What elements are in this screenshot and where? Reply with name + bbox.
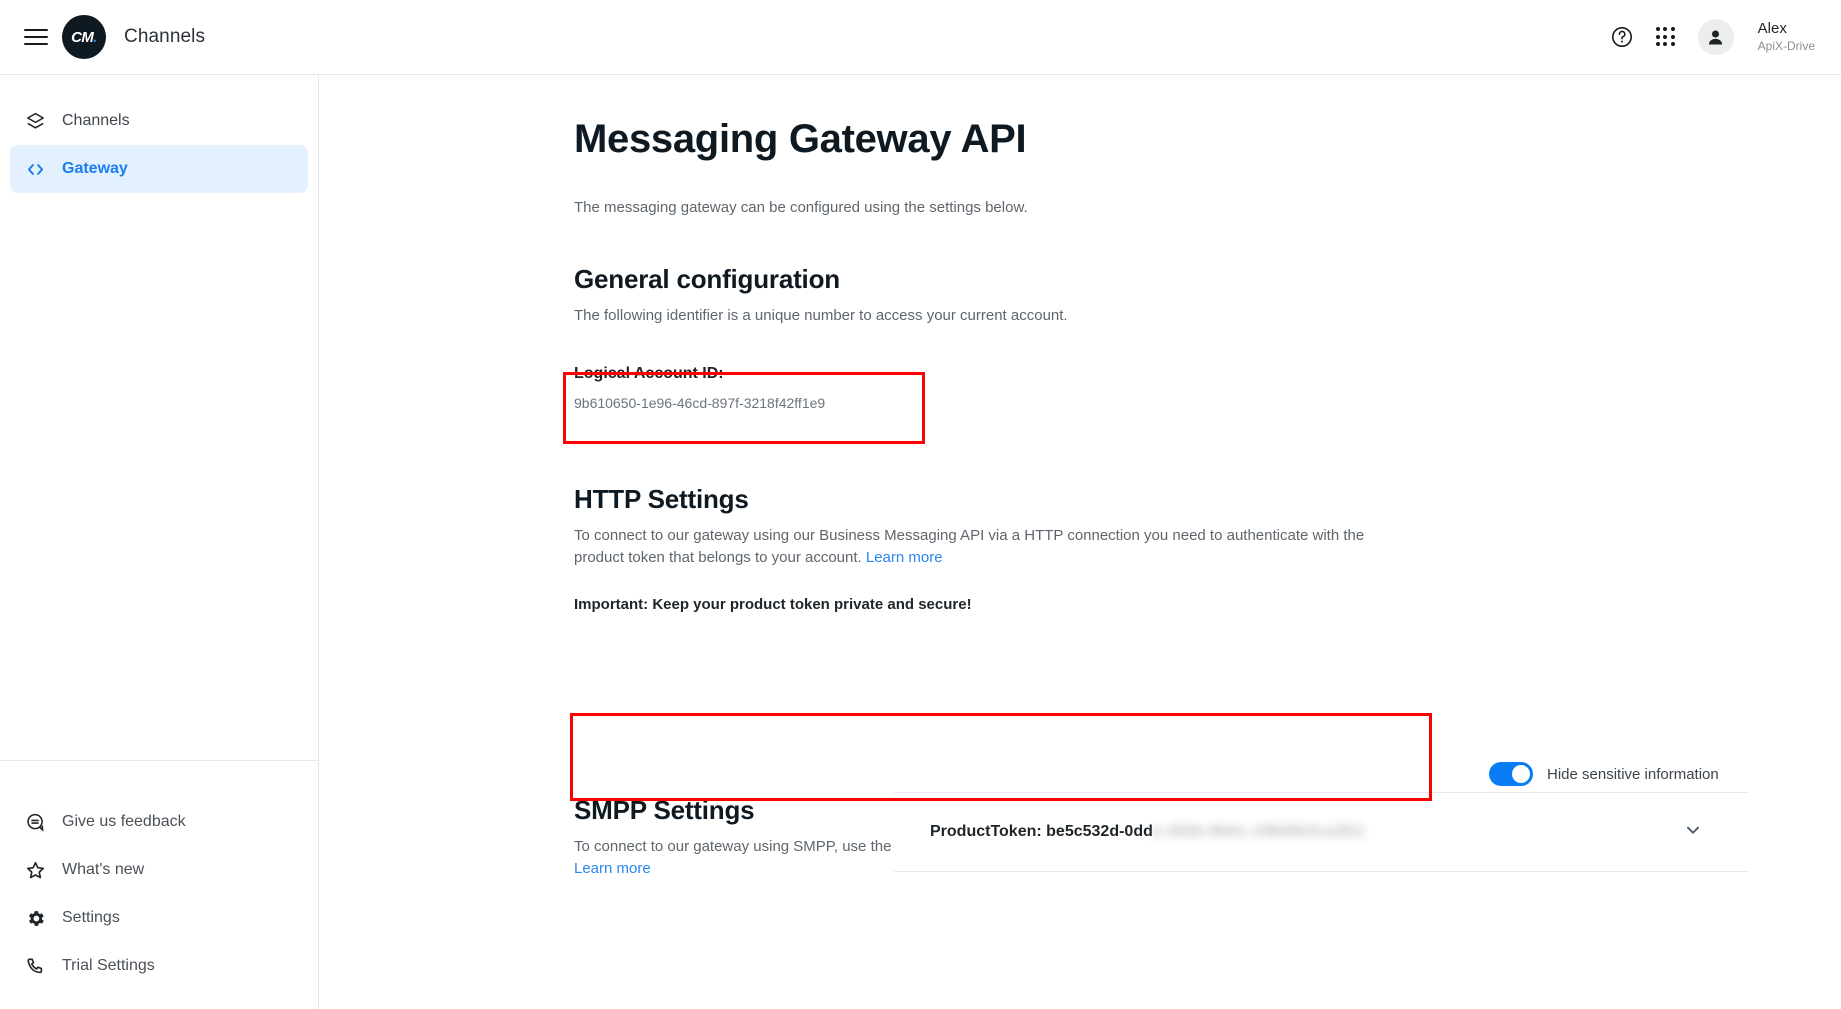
hide-sensitive-information-row: Hide sensitive information xyxy=(1489,762,1719,786)
product-token-visible: ProductToken: be5c532d-0dd xyxy=(930,823,1153,840)
cm-logo[interactable]: CM. xyxy=(62,15,106,59)
help-icon[interactable] xyxy=(1610,25,1634,49)
brand-title: Channels xyxy=(124,26,206,47)
menu-hamburger-icon[interactable] xyxy=(24,24,50,50)
sidebar-item-settings[interactable]: Settings xyxy=(10,894,308,942)
sidebar-divider xyxy=(0,760,318,761)
product-token-row[interactable]: ProductToken: be5c532d-0dd e-4f2b-9b0c-1f… xyxy=(894,792,1748,872)
content-column: Messaging Gateway API The messaging gate… xyxy=(320,75,1841,880)
sidebar-item-trial-settings[interactable]: Trial Settings xyxy=(10,942,308,990)
gear-icon xyxy=(24,907,46,929)
app-header: CM. Channels Alex ApiX-Drive xyxy=(0,0,1841,75)
sidebar-item-give-us-feedback[interactable]: Give us feedback xyxy=(10,798,308,846)
layers-icon xyxy=(24,110,46,132)
product-token-text: ProductToken: be5c532d-0dd e-4f2b-9b0c-1f… xyxy=(930,823,1365,841)
http-learn-more-link[interactable]: Learn more xyxy=(866,549,943,566)
sidebar: Channels Gateway Give us feedback What's… xyxy=(0,75,319,1009)
sidebar-bottom-nav: Give us feedback What's new Settings Tri… xyxy=(0,798,318,990)
user-organization: ApiX-Drive xyxy=(1757,38,1815,53)
sidebar-item-gateway[interactable]: Gateway xyxy=(10,145,308,193)
sidebar-item-label: Trial Settings xyxy=(62,957,155,974)
apps-grid-icon[interactable] xyxy=(1655,27,1676,47)
smpp-learn-more-link[interactable]: Learn more xyxy=(574,860,651,877)
logical-account-id-block: Logical Account ID: 9b610650-1e96-46cd-8… xyxy=(574,365,936,411)
main-content: Messaging Gateway API The messaging gate… xyxy=(320,75,1841,1009)
sidebar-item-label: Gateway xyxy=(62,160,128,177)
toggle-knob xyxy=(1512,765,1530,783)
logo-label: CM. xyxy=(71,28,97,46)
sidebar-item-whats-new[interactable]: What's new xyxy=(10,846,308,894)
http-settings-heading: HTTP Settings xyxy=(574,483,749,514)
hide-sensitive-information-toggle[interactable] xyxy=(1489,762,1533,786)
avatar[interactable] xyxy=(1697,19,1734,55)
user-name: Alex xyxy=(1757,20,1787,38)
sidebar-item-label: Settings xyxy=(62,909,120,926)
http-important-note: Important: Keep your product token priva… xyxy=(574,596,972,614)
sidebar-item-channels[interactable]: Channels xyxy=(10,97,308,145)
header-actions: Alex ApiX-Drive xyxy=(1610,19,1841,55)
code-brackets-icon xyxy=(24,158,46,180)
sidebar-item-label: What's new xyxy=(62,861,145,878)
sidebar-item-label: Give us feedback xyxy=(62,813,186,830)
general-configuration-description: The following identifier is a unique num… xyxy=(574,307,1068,324)
product-token-masked: e-4f2b-9b0c-1f8d5b3ca2b1 xyxy=(1152,823,1365,840)
sidebar-top-nav: Channels Gateway xyxy=(0,75,318,193)
user-info[interactable]: Alex ApiX-Drive xyxy=(1758,20,1815,54)
general-configuration-heading: General configuration xyxy=(574,264,840,294)
hide-sensitive-information-label: Hide sensitive information xyxy=(1547,765,1719,783)
phone-icon xyxy=(24,955,46,977)
star-icon xyxy=(24,859,46,881)
http-settings-description: To connect to our gateway using our Busi… xyxy=(574,525,1409,569)
logical-account-id-value[interactable]: 9b610650-1e96-46cd-897f-3218f42ff1e9 xyxy=(574,395,936,411)
page-subtitle: The messaging gateway can be configured … xyxy=(574,199,1028,216)
page-title: Messaging Gateway API xyxy=(574,117,1027,161)
logical-account-id-label: Logical Account ID: xyxy=(574,364,724,382)
chevron-down-icon[interactable] xyxy=(1682,819,1704,846)
feedback-bubble-icon xyxy=(24,811,46,833)
sidebar-item-label: Channels xyxy=(62,112,130,129)
http-settings-description-text: To connect to our gateway using our Busi… xyxy=(574,526,1365,566)
